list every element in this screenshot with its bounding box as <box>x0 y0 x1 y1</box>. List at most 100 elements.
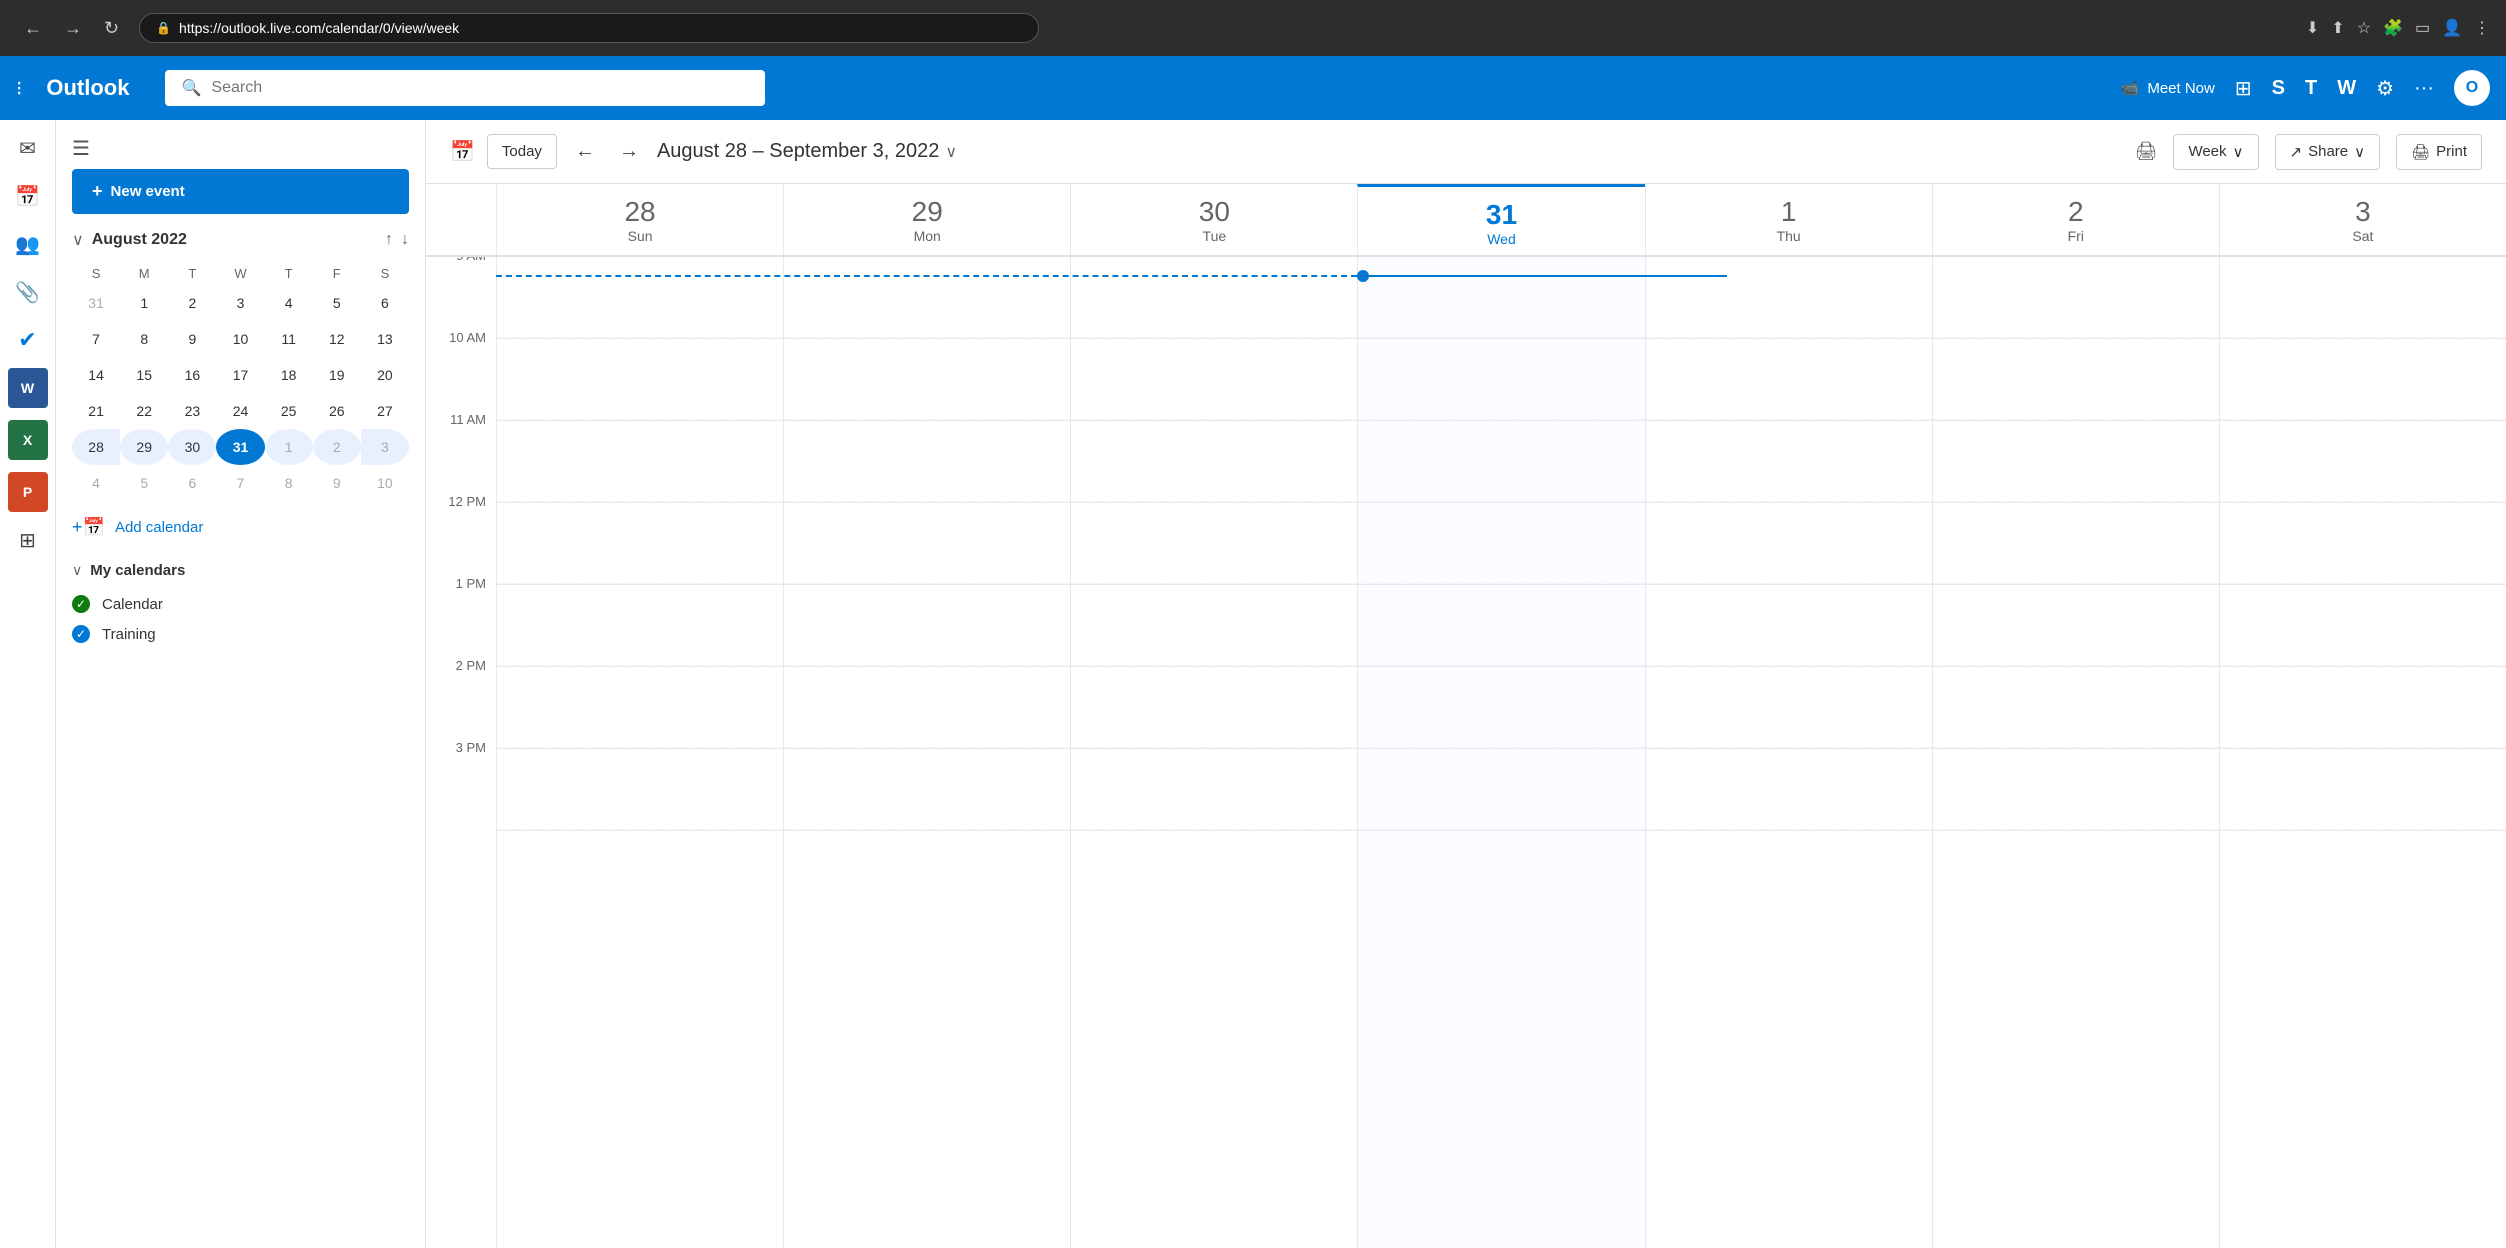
extension-icon[interactable]: 🧩 <box>2383 18 2403 38</box>
cal-day[interactable]: 8 <box>120 321 168 357</box>
cal-day[interactable]: 22 <box>120 393 168 429</box>
hour-cell-tue-3[interactable] <box>1071 749 1357 831</box>
skype-icon[interactable]: S <box>2272 77 2285 100</box>
sidebar-word-icon[interactable]: W <box>8 368 48 408</box>
cal-day[interactable]: 4 <box>265 285 313 321</box>
calendar-item-calendar[interactable]: ✓ Calendar <box>72 589 409 619</box>
mini-cal-collapse-icon[interactable]: ∨ <box>72 230 84 250</box>
cal-day[interactable]: 31 <box>72 285 120 321</box>
address-bar[interactable]: 🔒 https://outlook.live.com/calendar/0/vi… <box>139 13 1039 43</box>
hour-cell-sat-1[interactable] <box>2220 585 2506 667</box>
cal-day[interactable]: 4 <box>72 465 120 501</box>
hour-cell-fri-10[interactable] <box>1933 339 2219 421</box>
cal-day[interactable]: 9 <box>313 465 361 501</box>
mini-cal-prev-button[interactable]: ↑ <box>385 231 393 249</box>
cal-day[interactable]: 2 <box>313 429 361 465</box>
calendar-item-training[interactable]: ✓ Training <box>72 619 409 649</box>
hour-cell-tue-2[interactable] <box>1071 667 1357 749</box>
hour-cell-fri-1[interactable] <box>1933 585 2219 667</box>
new-event-button[interactable]: + New event <box>72 169 409 214</box>
hour-cell-tue-12[interactable] <box>1071 503 1357 585</box>
hour-cell-sat-10[interactable] <box>2220 339 2506 421</box>
view-selector[interactable]: Week ∨ <box>2173 134 2258 170</box>
prev-week-button[interactable]: ← <box>569 134 601 169</box>
date-range[interactable]: August 28 – September 3, 2022 ∨ <box>657 140 957 163</box>
hour-cell-wed-1[interactable] <box>1358 585 1644 667</box>
hour-cell-mon-10[interactable] <box>784 339 1070 421</box>
hour-cell-sun-12[interactable] <box>497 503 783 585</box>
hour-cell-fri-2[interactable] <box>1933 667 2219 749</box>
cal-day[interactable]: 13 <box>361 321 409 357</box>
hour-cell-fri-3[interactable] <box>1933 749 2219 831</box>
share-icon[interactable]: ⬆ <box>2331 18 2344 38</box>
hour-cell-fri-11[interactable] <box>1933 421 2219 503</box>
hour-cell-sun-2[interactable] <box>497 667 783 749</box>
sidebar-mail-icon[interactable]: ✉ <box>8 128 48 168</box>
back-button[interactable]: ← <box>16 14 50 43</box>
sidebar-excel-icon[interactable]: X <box>8 420 48 460</box>
day-column-thu[interactable] <box>1645 257 1932 1248</box>
cal-day-today[interactable]: 31 <box>216 429 264 465</box>
cal-day[interactable]: 28 <box>72 429 120 465</box>
cal-day[interactable]: 3 <box>361 429 409 465</box>
hour-cell-thu-11[interactable] <box>1646 421 1932 503</box>
forward-button[interactable]: → <box>56 14 90 43</box>
sidebar-people-icon[interactable]: 👥 <box>8 224 48 264</box>
cal-day[interactable]: 11 <box>265 321 313 357</box>
hour-cell-mon-11[interactable] <box>784 421 1070 503</box>
cal-day[interactable]: 7 <box>72 321 120 357</box>
cal-day[interactable]: 24 <box>216 393 264 429</box>
profile-icon[interactable]: 👤 <box>2442 18 2462 38</box>
cal-day[interactable]: 8 <box>265 465 313 501</box>
today-button[interactable]: Today <box>487 134 557 169</box>
cal-day[interactable]: 5 <box>120 465 168 501</box>
next-week-button[interactable]: → <box>613 134 645 169</box>
hour-cell-tue-9[interactable] <box>1071 257 1357 339</box>
hour-cell-mon-1[interactable] <box>784 585 1070 667</box>
cal-day[interactable]: 27 <box>361 393 409 429</box>
day-column-fri[interactable] <box>1932 257 2219 1248</box>
cal-day[interactable]: 25 <box>265 393 313 429</box>
cal-day[interactable]: 1 <box>120 285 168 321</box>
cal-day[interactable]: 26 <box>313 393 361 429</box>
hour-cell-tue-1[interactable] <box>1071 585 1357 667</box>
sidebar-powerpoint-icon[interactable]: P <box>8 472 48 512</box>
download-icon[interactable]: ⬇ <box>2306 18 2319 38</box>
cal-day[interactable]: 5 <box>313 285 361 321</box>
whiteboard-icon[interactable]: W <box>2337 77 2356 100</box>
my-calendars-header[interactable]: ∨ My calendars <box>72 562 409 579</box>
cal-day[interactable]: 18 <box>265 357 313 393</box>
hour-cell-thu-3[interactable] <box>1646 749 1932 831</box>
cal-day[interactable]: 29 <box>120 429 168 465</box>
hour-cell-sat-3[interactable] <box>2220 749 2506 831</box>
hour-cell-tue-10[interactable] <box>1071 339 1357 421</box>
cal-day[interactable]: 23 <box>168 393 216 429</box>
hour-cell-thu-1[interactable] <box>1646 585 1932 667</box>
add-calendar-button[interactable]: +📅 Add calendar <box>56 501 425 554</box>
cal-day[interactable]: 16 <box>168 357 216 393</box>
hour-cell-wed-2[interactable] <box>1358 667 1644 749</box>
day-column-sat[interactable] <box>2219 257 2506 1248</box>
sidebar-calendar-icon[interactable]: 📅 <box>8 176 48 216</box>
hour-cell-thu-12[interactable] <box>1646 503 1932 585</box>
refresh-button[interactable]: ↻ <box>96 14 127 43</box>
split-icon[interactable]: ▭ <box>2415 18 2430 38</box>
hour-cell-thu-2[interactable] <box>1646 667 1932 749</box>
hour-cell-wed-11[interactable] <box>1358 421 1644 503</box>
sidebar-tasks-icon[interactable]: ✔ <box>8 320 48 360</box>
cal-day[interactable]: 10 <box>216 321 264 357</box>
hour-cell-sun-9[interactable] <box>497 257 783 339</box>
cal-day[interactable]: 6 <box>361 285 409 321</box>
hour-cell-fri-12[interactable] <box>1933 503 2219 585</box>
cal-day[interactable]: 12 <box>313 321 361 357</box>
hour-cell-wed-10[interactable] <box>1358 339 1644 421</box>
cal-day[interactable]: 6 <box>168 465 216 501</box>
hour-cell-sun-3[interactable] <box>497 749 783 831</box>
cal-day[interactable]: 14 <box>72 357 120 393</box>
share-button[interactable]: ↗ Share ∨ <box>2275 134 2381 170</box>
apps-icon[interactable]: ⊞ <box>2235 76 2252 101</box>
cal-day[interactable]: 19 <box>313 357 361 393</box>
cal-day[interactable]: 2 <box>168 285 216 321</box>
hour-cell-fri-9[interactable] <box>1933 257 2219 339</box>
cal-day[interactable]: 21 <box>72 393 120 429</box>
